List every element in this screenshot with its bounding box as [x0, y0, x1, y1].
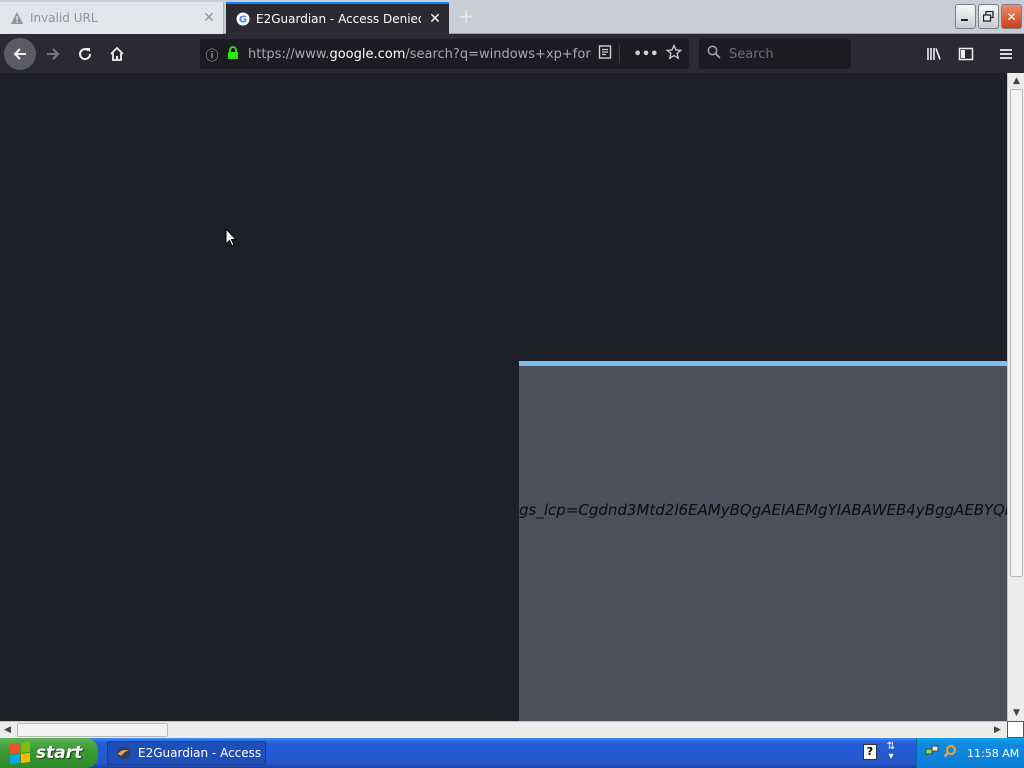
- search-tray-icon[interactable]: [943, 744, 957, 762]
- library-icon: [927, 48, 941, 60]
- search-icon: [707, 45, 721, 63]
- warning-icon: [10, 11, 24, 25]
- scrollbar-corner: [1007, 721, 1024, 738]
- page-actions-icon[interactable]: •••: [633, 47, 659, 62]
- hamburger-menu-icon: [1000, 49, 1012, 59]
- system-tray: 11:58 AM: [916, 738, 1024, 768]
- bookmark-star-icon[interactable]: [659, 43, 689, 64]
- tab-title: E2Guardian - Access Denied: [256, 12, 421, 26]
- windows-logo-icon: [10, 741, 30, 765]
- start-button[interactable]: start: [0, 738, 98, 768]
- vertical-scrollbar[interactable]: ▲ ▼: [1007, 73, 1024, 721]
- scroll-down-arrow-icon[interactable]: ▼: [1009, 705, 1024, 720]
- taskbar-item-browser[interactable]: E2Guardian - Access ...: [107, 741, 266, 765]
- forward-arrow-icon: [47, 48, 60, 60]
- access-denied-panel: gs_lcp=Cgdnd3Mtd2l6EAMyBQgAEIAEMgYIABAWE…: [519, 361, 1007, 721]
- tab-strip: Invalid URL ✕ G E2Guardian - Access Deni…: [0, 0, 1024, 34]
- close-window-button[interactable]: ✕: [1001, 4, 1022, 29]
- navigation-toolbar: ⓘ https://www.google.com/search?q=window…: [0, 34, 1024, 73]
- tab-access-denied[interactable]: G E2Guardian - Access Denied ✕: [226, 2, 449, 34]
- restore-window-button[interactable]: [978, 4, 999, 29]
- search-input[interactable]: Search: [699, 39, 851, 69]
- reload-icon: [79, 48, 92, 61]
- scroll-right-arrow-icon[interactable]: ▶: [990, 722, 1005, 737]
- sidebar-icon: [958, 47, 974, 61]
- menu-button[interactable]: [990, 38, 1022, 70]
- lock-icon[interactable]: [224, 45, 242, 63]
- back-arrow-icon: [13, 48, 26, 60]
- taskbar: start E2Guardian - Access ... ? ⇅ ▾ 11:58…: [0, 738, 1024, 768]
- library-button[interactable]: [918, 38, 950, 70]
- close-tab-icon[interactable]: ✕: [421, 11, 449, 27]
- horizontal-scrollbar[interactable]: ◀ ▶: [0, 721, 1007, 738]
- clock[interactable]: 11:58 AM: [967, 747, 1019, 760]
- minimize-window-button[interactable]: [955, 4, 976, 29]
- home-icon: [110, 46, 124, 61]
- vertical-scroll-thumb[interactable]: [1010, 89, 1023, 577]
- new-tab-plus-icon[interactable]: +: [455, 6, 477, 28]
- url-separator: [619, 45, 633, 63]
- reload-button[interactable]: [69, 38, 101, 70]
- url-text[interactable]: https://www.google.com/search?q=windows+…: [242, 47, 591, 62]
- page-content: gs_lcp=Cgdnd3Mtd2l6EAMyBQgAEIAEMgYIABAWE…: [0, 73, 1007, 721]
- restore-icon: [983, 11, 994, 22]
- search-placeholder: Search: [729, 46, 774, 62]
- help-icon[interactable]: ?: [863, 744, 877, 760]
- browser-app-icon: [116, 745, 132, 761]
- reader-view-icon[interactable]: [591, 45, 619, 63]
- mouse-cursor-icon: [225, 228, 237, 247]
- home-button[interactable]: [101, 38, 133, 70]
- horizontal-scroll-thumb[interactable]: [17, 723, 168, 737]
- network-icon[interactable]: [925, 744, 939, 762]
- close-tab-icon[interactable]: ✕: [195, 10, 223, 26]
- scroll-up-arrow-icon[interactable]: ▲: [1009, 73, 1024, 88]
- tab-invalid-url[interactable]: Invalid URL ✕: [0, 2, 224, 34]
- tab-title: Invalid URL: [30, 11, 98, 25]
- google-g-icon: G: [236, 12, 250, 26]
- start-label: start: [36, 743, 83, 763]
- taskbar-item-label: E2Guardian - Access ...: [138, 746, 266, 760]
- sidebar-button[interactable]: [950, 38, 982, 70]
- svg-text:G: G: [239, 15, 247, 26]
- forward-button[interactable]: [37, 38, 69, 70]
- scroll-left-arrow-icon[interactable]: ◀: [0, 722, 15, 737]
- url-bar[interactable]: ⓘ https://www.google.com/search?q=window…: [200, 39, 689, 69]
- blocked-url-text: gs_lcp=Cgdnd3Mtd2l6EAMyBQgAEIAEMgYIABAWE…: [519, 501, 1007, 519]
- info-icon[interactable]: ⓘ: [200, 45, 224, 64]
- language-bar-icon[interactable]: ⇅ ▾: [884, 742, 898, 762]
- close-icon: ✕: [1006, 9, 1017, 24]
- minimize-icon: [961, 19, 968, 21]
- back-button[interactable]: [4, 38, 36, 70]
